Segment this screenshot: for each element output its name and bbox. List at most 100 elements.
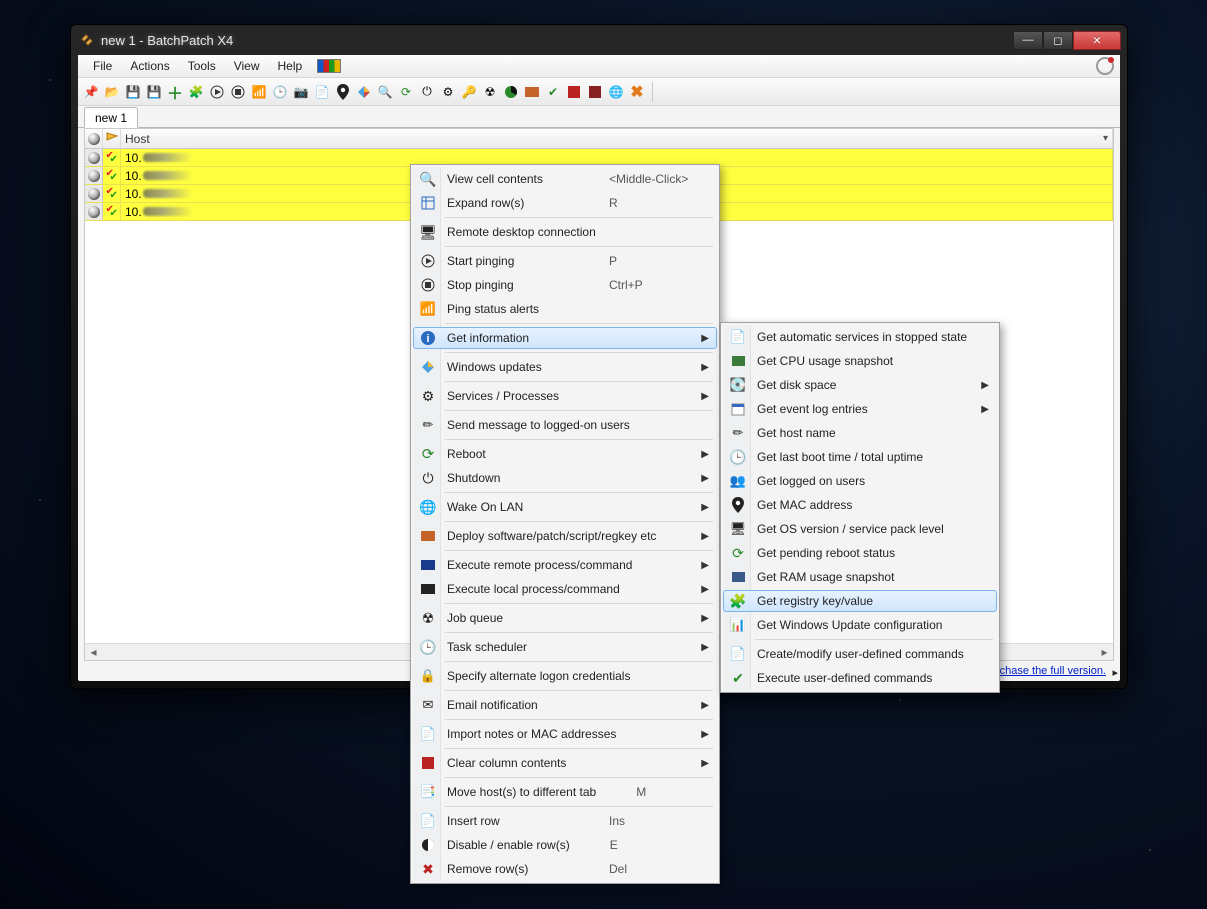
menu-item-label: Get information <box>447 331 689 345</box>
toolbar-ping-icon[interactable]: 📶 <box>250 83 268 101</box>
menu-item[interactable]: ✏Get host name <box>723 421 997 445</box>
menu-item-icon: ✖ <box>419 860 437 878</box>
minimize-button[interactable]: — <box>1013 31 1043 50</box>
submenu-arrow-icon: ▶ <box>701 473 709 484</box>
col-flag-icon[interactable] <box>103 129 121 148</box>
toolbar-power-icon[interactable]: ⏻ <box>418 83 436 101</box>
menu-item[interactable]: 🖥Remote desktop connection <box>413 220 717 244</box>
toolbar-search-icon[interactable]: 🔍 <box>376 83 394 101</box>
menu-item[interactable]: ✏Send message to logged-on users <box>413 413 717 437</box>
toolbar-doc-icon[interactable]: 📄 <box>313 83 331 101</box>
menu-item[interactable]: 💽Get disk space▶ <box>723 373 997 397</box>
toolbar-tree-icon[interactable]: 🧩 <box>187 83 205 101</box>
menu-item[interactable]: Execute local process/command▶ <box>413 577 717 601</box>
scroll-right-icon[interactable]: ▸ <box>1096 645 1113 660</box>
menu-item[interactable]: 📄Import notes or MAC addresses▶ <box>413 722 717 746</box>
toolbar-saveall-icon[interactable]: 💾 <box>145 83 163 101</box>
menu-item[interactable]: 🔒Specify alternate logon credentials <box>413 664 717 688</box>
submenu-arrow-icon: ▶ <box>981 380 989 391</box>
menu-item[interactable]: 🌐Wake On LAN▶ <box>413 495 717 519</box>
close-button[interactable]: ✕ <box>1073 31 1121 50</box>
menu-item[interactable]: ✖Remove row(s)Del <box>413 857 717 881</box>
menu-item-label: Get OS version / service pack level <box>757 522 969 536</box>
menu-item[interactable]: Execute remote process/command▶ <box>413 553 717 577</box>
menu-item[interactable]: 📄Get automatic services in stopped state <box>723 325 997 349</box>
app-icon <box>79 32 95 48</box>
menu-item[interactable]: Get event log entries▶ <box>723 397 997 421</box>
menu-tools[interactable]: Tools <box>179 57 225 75</box>
toolbar-brick-icon[interactable] <box>523 83 541 101</box>
toolbar-add-icon[interactable]: ＋ <box>166 83 184 101</box>
menu-item[interactable]: ☢Job queue▶ <box>413 606 717 630</box>
menu-item-label: Deploy software/patch/script/regkey etc <box>447 529 689 543</box>
menu-separator <box>413 321 717 326</box>
col-dropdown-icon[interactable]: ▾ <box>1103 133 1108 144</box>
menu-file[interactable]: File <box>84 57 121 75</box>
menu-item[interactable]: ⟳Reboot▶ <box>413 442 717 466</box>
menu-item[interactable]: 📄Insert rowIns <box>413 809 717 833</box>
titlebar[interactable]: new 1 - BatchPatch X4 — ◻ ✕ <box>71 25 1127 55</box>
menu-item-label: Get Windows Update configuration <box>757 618 969 632</box>
toolbar-refresh-icon[interactable]: ⟳ <box>397 83 415 101</box>
menu-item[interactable]: 🕒Get last boot time / total uptime <box>723 445 997 469</box>
menu-item-icon: ✏ <box>419 416 437 434</box>
toolbar-marker-icon[interactable] <box>334 83 352 101</box>
context-menu[interactable]: 🔍View cell contents<Middle-Click>Expand … <box>410 164 720 884</box>
toolbar-play-icon[interactable] <box>208 83 226 101</box>
toolbar-check-icon[interactable]: ✔ <box>544 83 562 101</box>
menu-item[interactable]: ✔Execute user-defined commands <box>723 666 997 690</box>
col-host[interactable]: Host▾ <box>121 129 1113 148</box>
tab-new1[interactable]: new 1 <box>84 107 138 128</box>
menu-item[interactable]: Deploy software/patch/script/regkey etc▶ <box>413 524 717 548</box>
clock-notify-icon[interactable] <box>1096 57 1114 75</box>
menu-item[interactable]: ⏻Shutdown▶ <box>413 466 717 490</box>
menu-item[interactable]: ⚙Services / Processes▶ <box>413 384 717 408</box>
toolbar-save-icon[interactable]: 💾 <box>124 83 142 101</box>
menu-item[interactable]: ✉Email notification▶ <box>413 693 717 717</box>
menu-item[interactable]: 🧩Get registry key/value <box>723 590 997 612</box>
menu-item[interactable]: 🔍View cell contents<Middle-Click> <box>413 167 717 191</box>
col-status-icon[interactable] <box>85 129 103 148</box>
menu-item[interactable]: Clear column contents▶ <box>413 751 717 775</box>
menu-item[interactable]: Windows updates▶ <box>413 355 717 379</box>
menu-item[interactable]: 📑Move host(s) to different tabM <box>413 780 717 804</box>
menu-item[interactable]: Expand row(s)R <box>413 191 717 215</box>
toolbar-pin-icon[interactable]: 📌 <box>82 83 100 101</box>
menu-item[interactable]: 🖥Get OS version / service pack level <box>723 517 997 541</box>
toolbar-red2-icon[interactable] <box>586 83 604 101</box>
menu-item[interactable]: Start pingingP <box>413 249 717 273</box>
menu-item[interactable]: 📶Ping status alerts <box>413 297 717 321</box>
menu-item[interactable]: 📄Create/modify user-defined commands <box>723 642 997 666</box>
scroll-left-icon[interactable]: ◂ <box>85 645 102 660</box>
menu-help[interactable]: Help <box>269 57 312 75</box>
menu-view[interactable]: View <box>225 57 269 75</box>
toolbar-x-icon[interactable]: ✖ <box>628 83 646 101</box>
color-grid-icon[interactable] <box>317 59 341 73</box>
toolbar-gear-icon[interactable]: ⚙ <box>439 83 457 101</box>
menu-item[interactable]: iGet information▶ <box>413 327 717 349</box>
menu-item[interactable]: Get MAC address <box>723 493 997 517</box>
menu-item[interactable]: 📊Get Windows Update configuration <box>723 613 997 637</box>
menu-item[interactable]: Get RAM usage snapshot <box>723 565 997 589</box>
toolbar-stop-icon[interactable] <box>229 83 247 101</box>
menu-item[interactable]: 🕒Task scheduler▶ <box>413 635 717 659</box>
menu-item[interactable]: Stop pingingCtrl+P <box>413 273 717 297</box>
toolbar-globe-icon[interactable]: 🌐 <box>607 83 625 101</box>
menu-item[interactable]: Disable / enable row(s)E <box>413 833 717 857</box>
toolbar-red1-icon[interactable] <box>565 83 583 101</box>
toolbar-camera-icon[interactable]: 📷 <box>292 83 310 101</box>
menu-item-icon: 🕒 <box>729 448 747 466</box>
toolbar-radiation-icon[interactable]: ☢ <box>481 83 499 101</box>
submenu-get-information[interactable]: 📄Get automatic services in stopped state… <box>720 322 1000 693</box>
menu-actions[interactable]: Actions <box>121 57 178 75</box>
toolbar-clock-icon[interactable]: 🕒 <box>271 83 289 101</box>
toolbar-pie-icon[interactable] <box>502 83 520 101</box>
menu-item[interactable]: 👥Get logged on users <box>723 469 997 493</box>
menu-item[interactable]: ⟳Get pending reboot status <box>723 541 997 565</box>
menu-item[interactable]: Get CPU usage snapshot <box>723 349 997 373</box>
toolbar-key-icon[interactable]: 🔑 <box>460 83 478 101</box>
maximize-button[interactable]: ◻ <box>1043 31 1073 50</box>
menu-item-icon: ✔ <box>729 669 747 687</box>
toolbar-diamond-icon[interactable] <box>355 83 373 101</box>
toolbar-open-icon[interactable]: 📂 <box>103 83 121 101</box>
